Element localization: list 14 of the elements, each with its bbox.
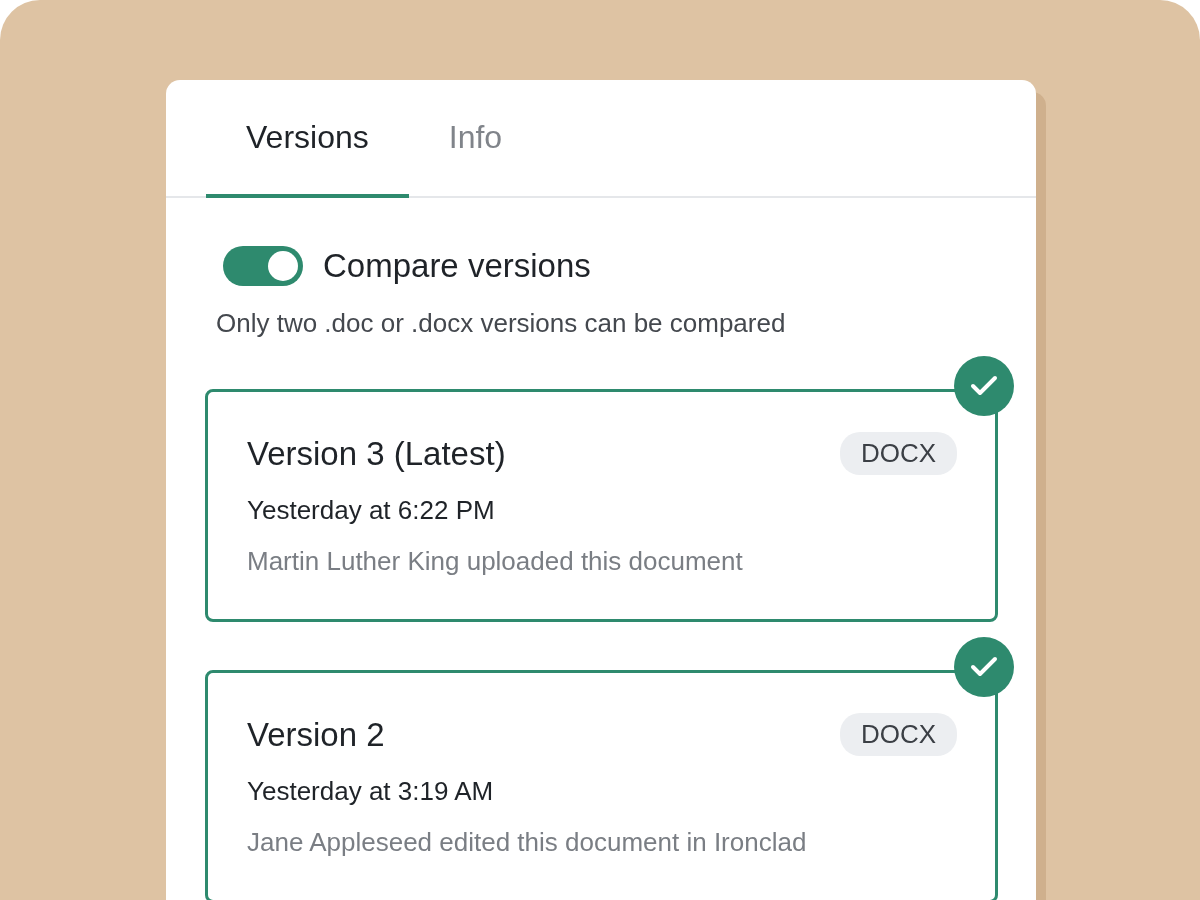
version-activity: Martin Luther King uploaded this document [247, 546, 744, 577]
compare-toggle[interactable] [223, 246, 303, 286]
file-type-badge: DOCX [839, 432, 957, 475]
file-type-badge: DOCX [839, 713, 957, 756]
tab[interactable]: Info [408, 80, 543, 198]
toggle-label: Compare versions [323, 247, 591, 285]
version-activity: Jane Appleseed edited this document in Ironclad [247, 827, 808, 858]
version-title: Version 3 (Latest) [247, 434, 506, 473]
version-time: Yesterday at 6:22 PM [247, 495, 496, 526]
version-title: Version 2 [247, 715, 385, 754]
version-time: Yesterday at 3:19 AM [247, 776, 495, 807]
tab[interactable]: Versions [206, 80, 409, 198]
hint-text: Only two .doc or .docx versions can be compared [216, 308, 787, 339]
version-card[interactable]: Version 3 (Latest) DOCX Yesterday at 6:22 PM Martin Luther King uploaded this document [205, 389, 998, 622]
